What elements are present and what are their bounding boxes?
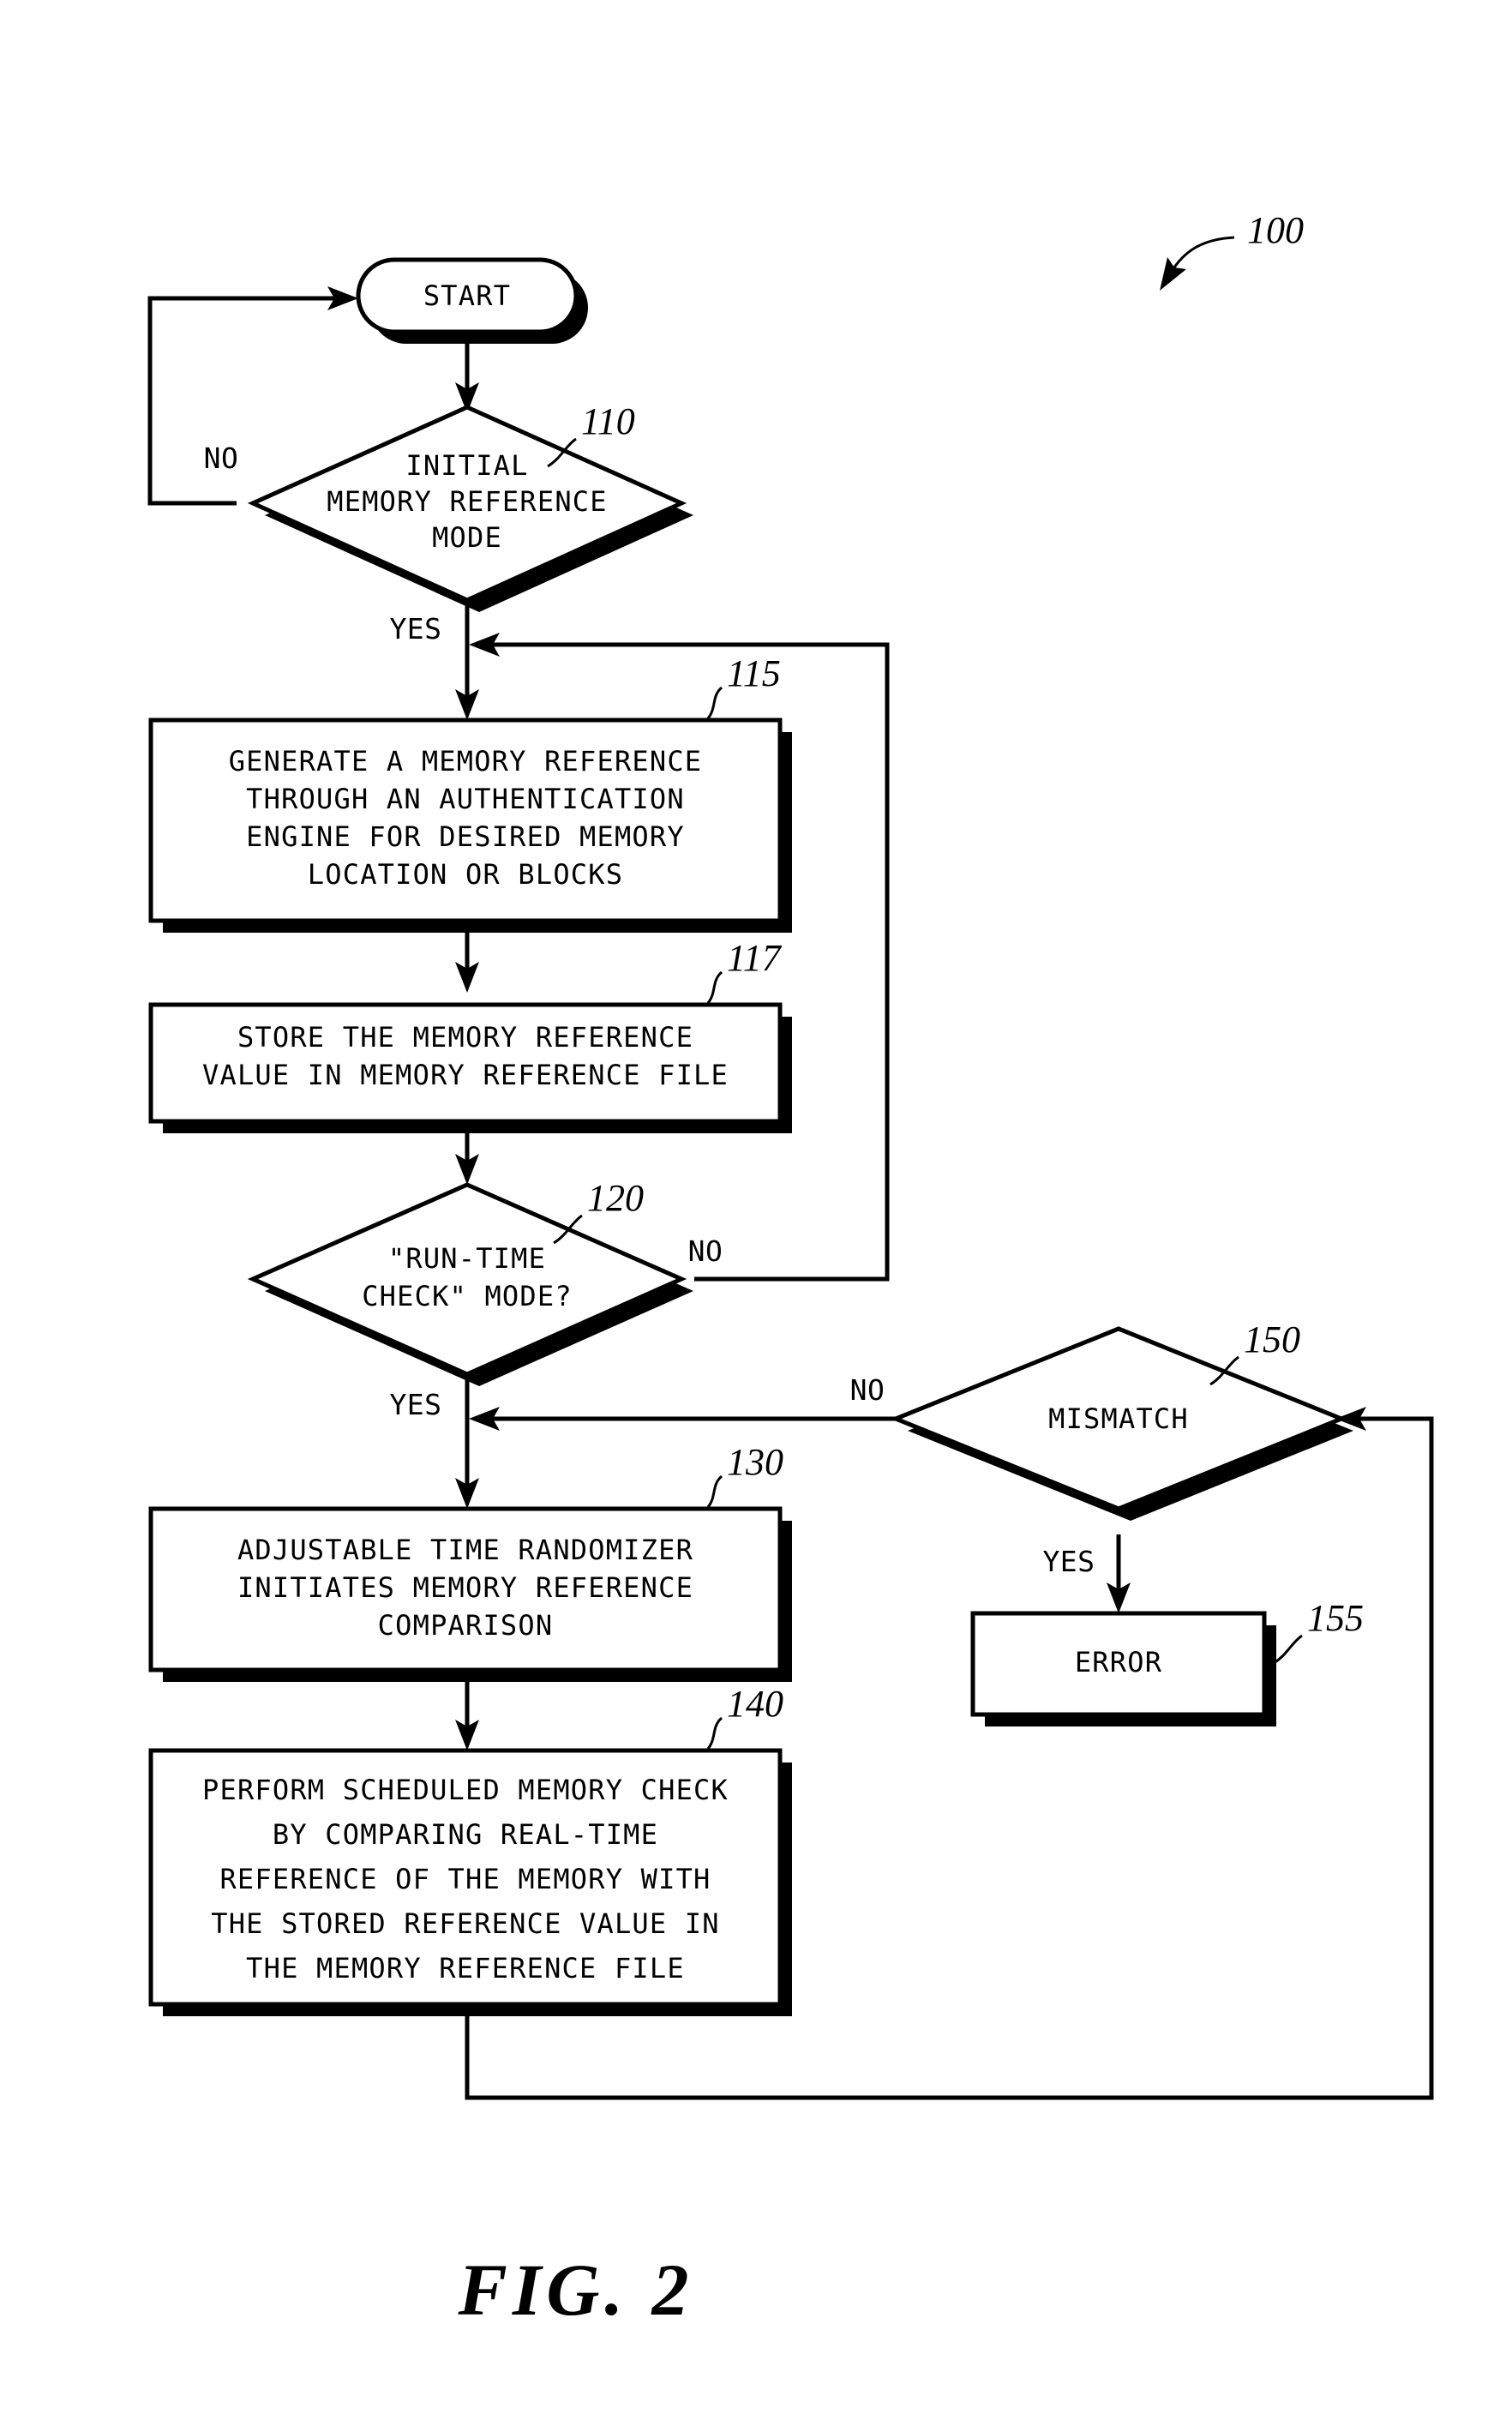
box-140-line-5: THE MEMORY REFERENCE FILE	[246, 1952, 685, 1985]
edge-label-110-no: NO	[204, 441, 239, 475]
decision-120-line-2: CHECK" MODE?	[362, 1280, 573, 1312]
decision-110-line-1: INITIAL	[405, 449, 528, 482]
connector-150-no-to-yes-path	[469, 1407, 906, 1431]
node-store-memory-reference[interactable]: STORE THE MEMORY REFERENCE VALUE IN MEMO…	[148, 1002, 792, 1133]
connector-120-yes-to-130	[455, 1374, 479, 1509]
ref-number-120: 120	[587, 1177, 644, 1219]
box-130-line-2: INITIATES MEMORY REFERENCE	[237, 1571, 693, 1604]
box-117-line-1: STORE THE MEMORY REFERENCE	[237, 1021, 693, 1054]
node-start[interactable]: START	[356, 257, 588, 344]
box-130-line-3: COMPARISON	[378, 1609, 554, 1642]
node-perform-scheduled-memory-check[interactable]: PERFORM SCHEDULED MEMORY CHECK BY COMPAR…	[148, 1748, 792, 2016]
decision-120-line-1: "RUN-TIME	[388, 1242, 546, 1275]
ref-number-117: 117	[727, 937, 783, 979]
ref-number-110: 110	[581, 400, 635, 442]
ref-leader-140: 140	[706, 1683, 783, 1750]
edge-label-120-yes: YES	[389, 1388, 441, 1421]
edge-label-150-yes: YES	[1042, 1545, 1095, 1578]
decision-150-line-1: MISMATCH	[1048, 1402, 1189, 1435]
box-140-line-2: BY COMPARING REAL-TIME	[273, 1818, 658, 1851]
flowchart-diagram: START INITIAL MEMORY REFERENCE MODE 110 …	[147, 209, 1434, 2331]
decision-110-line-3: MODE	[432, 521, 502, 554]
start-label: START	[423, 279, 511, 312]
box-117-line-2: VALUE IN MEMORY REFERENCE FILE	[202, 1059, 729, 1091]
edge-label-110-yes: YES	[389, 612, 441, 646]
node-error[interactable]: ERROR	[970, 1611, 1276, 1726]
box-140-line-1: PERFORM SCHEDULED MEMORY CHECK	[202, 1774, 729, 1806]
connector-150-yes-to-error	[1107, 1534, 1131, 1613]
node-generate-memory-reference[interactable]: GENERATE A MEMORY REFERENCE THROUGH AN A…	[148, 718, 792, 933]
figure-caption: FIG. 2	[458, 2249, 694, 2331]
box-140-line-3: REFERENCE OF THE MEMORY WITH	[219, 1863, 711, 1895]
ref-number-140: 140	[727, 1683, 783, 1725]
box-130-line-1: ADJUSTABLE TIME RANDOMIZER	[237, 1534, 693, 1566]
ref-number-150: 150	[1244, 1318, 1300, 1360]
box-115-line-4: LOCATION OR BLOCKS	[308, 858, 623, 891]
box-140-line-4: THE STORED REFERENCE VALUE IN	[211, 1907, 720, 1940]
ref-leader-110: 110	[547, 400, 635, 468]
box-115-line-1: GENERATE A MEMORY REFERENCE	[229, 745, 703, 778]
overall-ref-100: 100	[1160, 209, 1304, 291]
ref-leader-117: 117	[706, 937, 783, 1004]
node-adjustable-time-randomizer[interactable]: ADJUSTABLE TIME RANDOMIZER INITIATES MEM…	[148, 1506, 792, 1682]
ref-number-130: 130	[727, 1441, 783, 1483]
connector-110-yes-to-115	[455, 600, 479, 720]
edge-label-150-no: NO	[850, 1373, 885, 1407]
box-115-line-2: THROUGH AN AUTHENTICATION	[246, 783, 685, 815]
ref-leader-115: 115	[706, 652, 781, 719]
ref-leader-130: 130	[706, 1441, 783, 1508]
connector-130-to-140	[455, 1682, 479, 1750]
box-155-line-1: ERROR	[1075, 1646, 1162, 1678]
ref-number-115: 115	[727, 652, 781, 694]
box-115-line-3: ENGINE FOR DESIRED MEMORY	[246, 820, 685, 853]
patent-figure: START INITIAL MEMORY REFERENCE MODE 110 …	[0, 0, 1512, 2414]
ref-leader-155: 155	[1273, 1597, 1364, 1665]
connector-start-to-110	[455, 336, 479, 413]
ref-number-100: 100	[1247, 209, 1304, 251]
ref-number-155: 155	[1307, 1597, 1364, 1639]
decision-110-line-2: MEMORY REFERENCE	[327, 485, 607, 518]
edge-label-120-no: NO	[688, 1234, 723, 1268]
